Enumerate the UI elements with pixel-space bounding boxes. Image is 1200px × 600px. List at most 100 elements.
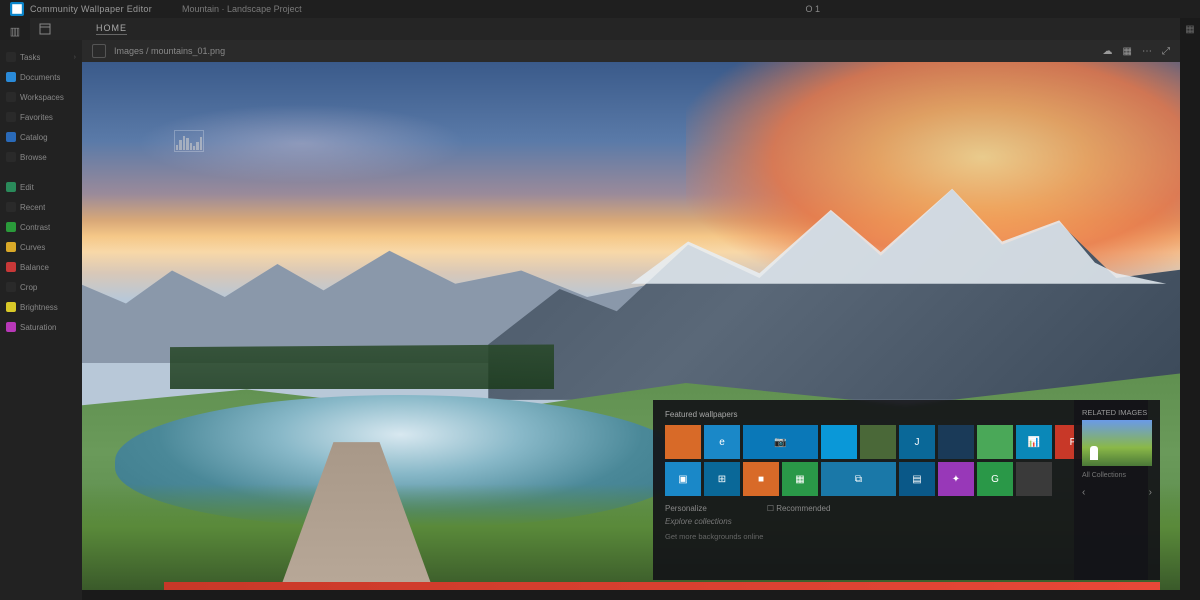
sidebar-color-swatch — [6, 302, 16, 312]
prev-icon[interactable]: ‹ — [1082, 487, 1085, 498]
sidebar-item-favorites[interactable]: Favorites — [6, 108, 76, 126]
sidebar: Tasks › Documents Workspaces Favorites Catalo… — [0, 40, 82, 600]
app-tile-4[interactable] — [860, 425, 896, 459]
app-tile-2[interactable]: 📷 — [743, 425, 818, 459]
app-tile-18[interactable] — [1016, 462, 1052, 496]
window-title: Community Wallpaper Editor — [30, 4, 152, 14]
explorer-icon[interactable] — [34, 18, 56, 40]
related-panel: RELATED IMAGES All Collections ‹ › — [1074, 400, 1160, 580]
histogram-bar — [179, 140, 181, 150]
sidebar-color-swatch — [6, 282, 16, 292]
sidebar-item-saturation[interactable]: Saturation — [6, 318, 76, 336]
sidebar-color-swatch — [6, 322, 16, 332]
sidebar-item-contrast[interactable]: Contrast — [6, 218, 76, 236]
sidebar-item-label: Recent — [20, 203, 45, 212]
app-tile-14[interactable]: ⧉ — [821, 462, 896, 496]
tile-grid: e📷J📊P▣⊞■▦⧉▤✦G — [665, 425, 1136, 496]
app-tile-12[interactable]: ■ — [743, 462, 779, 496]
sidebar-item-recent[interactable]: Recent — [6, 198, 76, 216]
sidebar-item-label: Edit — [20, 183, 34, 192]
related-thumbnail[interactable] — [1082, 420, 1152, 466]
sidebar-color-swatch — [6, 92, 16, 102]
menubar: HOME — [0, 18, 1200, 40]
sidebar-item-label: Browse — [20, 153, 47, 162]
more-icon[interactable]: ⋯ — [1142, 46, 1152, 57]
app-tile-6[interactable] — [938, 425, 974, 459]
app-icon — [10, 2, 24, 16]
caption-personalize[interactable]: Personalize — [665, 504, 707, 513]
sidebar-item-label: Saturation — [20, 323, 56, 332]
related-title: RELATED IMAGES — [1082, 408, 1152, 417]
window-icon — [11, 3, 23, 15]
subheader: Images / mountains_01.png ☁ ▦ ⋯ ⤢ — [82, 40, 1180, 62]
sidebar-color-swatch — [6, 202, 16, 212]
accent-strip — [164, 582, 1160, 590]
sidebar-item-label: Crop — [20, 283, 37, 292]
sidebar-item-crop[interactable]: Crop — [6, 278, 76, 296]
app-tile-16[interactable]: ✦ — [938, 462, 974, 496]
sidebar-color-swatch — [6, 52, 16, 62]
sidebar-item-workspaces[interactable]: Workspaces — [6, 88, 76, 106]
histogram-overlay — [174, 130, 204, 152]
sidebar-item-label: Workspaces — [20, 93, 64, 102]
app-tile-13[interactable]: ▦ — [782, 462, 818, 496]
sidebar-item-label: Brightness — [20, 303, 58, 312]
related-subtitle[interactable]: All Collections — [1082, 472, 1152, 479]
histogram-bar — [196, 142, 198, 150]
sidebar-item-balance[interactable]: Balance — [6, 258, 76, 276]
sidebar-item-label: Tasks — [20, 53, 40, 62]
sidebar-color-swatch — [6, 72, 16, 82]
cloud-icon[interactable]: ☁ — [1103, 46, 1113, 57]
sidebar-color-swatch — [6, 132, 16, 142]
app-tile-7[interactable] — [977, 425, 1013, 459]
panel-icon[interactable]: ▥ — [6, 22, 24, 40]
canvas-area[interactable]: Featured wallpapers e📷J📊P▣⊞■▦⧉▤✦G Person… — [82, 62, 1180, 590]
fullscreen-icon[interactable]: ⤢ — [1162, 46, 1170, 57]
chevron-right-icon: › — [74, 54, 76, 61]
caption-more[interactable]: Get more backgrounds online — [665, 532, 1136, 541]
window-subtitle: Mountain · Landscape Project — [182, 4, 302, 14]
histogram-bar — [183, 136, 185, 150]
sidebar-item-label: Catalog — [20, 133, 48, 142]
app-tile-11[interactable]: ⊞ — [704, 462, 740, 496]
sidebar-item-browse[interactable]: Browse — [6, 148, 76, 166]
sidebar-item-tasks[interactable]: Tasks › — [6, 48, 76, 66]
properties-icon[interactable]: ▦ — [1185, 24, 1194, 35]
sidebar-item-label: Documents — [20, 73, 60, 82]
caption-explore[interactable]: Explore collections — [665, 517, 1136, 526]
sidebar-item-curves[interactable]: Curves — [6, 238, 76, 256]
app-tile-10[interactable]: ▣ — [665, 462, 701, 496]
app-tile-0[interactable] — [665, 425, 701, 459]
clock-readout: O 1 — [805, 4, 820, 14]
sidebar-color-swatch — [6, 152, 16, 162]
caption-recommended[interactable]: ☐ Recommended — [767, 504, 831, 513]
app-tile-3[interactable] — [821, 425, 857, 459]
breadcrumb: Images / mountains_01.png — [114, 46, 225, 56]
right-rail: ▦ — [1180, 18, 1200, 600]
grid-icon[interactable]: ▦ — [1123, 46, 1132, 57]
sidebar-item-documents[interactable]: Documents — [6, 68, 76, 86]
start-panel-title: Featured wallpapers — [665, 410, 1136, 419]
sidebar-color-swatch — [6, 112, 16, 122]
app-tile-5[interactable]: J — [899, 425, 935, 459]
sidebar-item-label: Contrast — [20, 223, 50, 232]
subheader-actions: ☁ ▦ ⋯ ⤢ — [1103, 46, 1170, 57]
app-tile-15[interactable]: ▤ — [899, 462, 935, 496]
histogram-bar — [186, 138, 188, 150]
titlebar: Community Wallpaper Editor Mountain · La… — [0, 0, 1200, 18]
app-tile-17[interactable]: G — [977, 462, 1013, 496]
sidebar-item-edit[interactable]: Edit — [6, 178, 76, 196]
app-tile-8[interactable]: 📊 — [1016, 425, 1052, 459]
histogram-bar — [176, 145, 178, 150]
sidebar-color-swatch — [6, 182, 16, 192]
file-icon — [92, 44, 106, 58]
sidebar-item-brightness[interactable]: Brightness — [6, 298, 76, 316]
histogram-bar — [200, 137, 202, 150]
sidebar-item-label: Favorites — [20, 113, 53, 122]
sidebar-item-catalog[interactable]: Catalog — [6, 128, 76, 146]
histogram-bar — [193, 146, 195, 151]
sidebar-color-swatch — [6, 242, 16, 252]
next-icon[interactable]: › — [1149, 487, 1152, 498]
app-tile-1[interactable]: e — [704, 425, 740, 459]
tab-home[interactable]: HOME — [96, 23, 127, 35]
